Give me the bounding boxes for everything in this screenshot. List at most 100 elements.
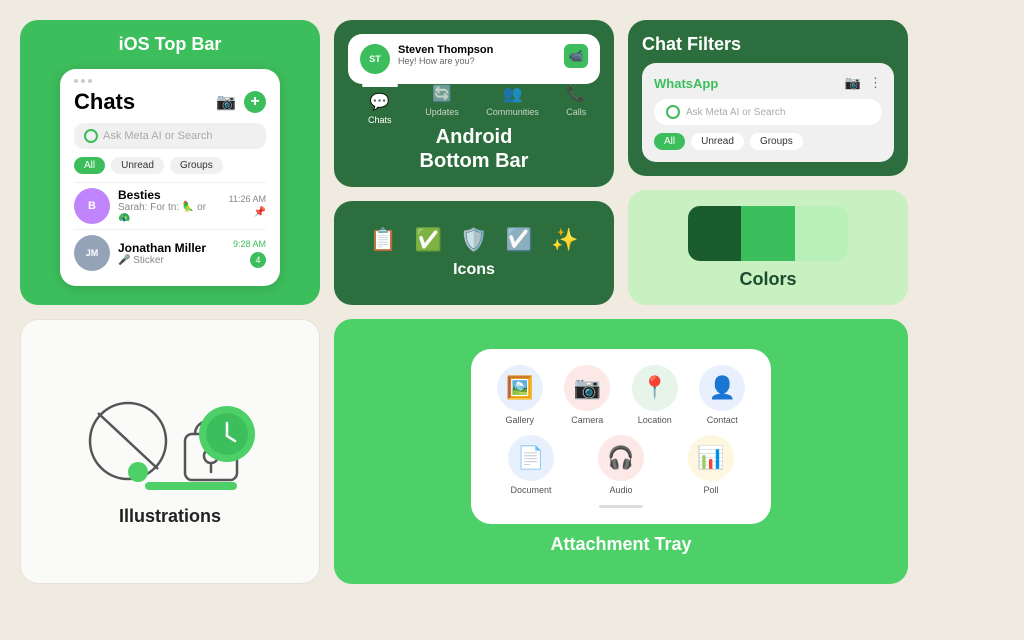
- att-document[interactable]: 📄 Document: [508, 435, 554, 495]
- document-icon: 📄: [508, 435, 554, 481]
- ios-phone-mockup: Chats 📷 + Ask Meta AI or Search All Unre…: [60, 69, 280, 286]
- icons-card: 📋 ✅ 🛡️ ☑️ ✨ Icons: [334, 201, 614, 305]
- whatsapp-brand: WhatsApp: [654, 76, 718, 91]
- camera-icon: 📷: [216, 92, 236, 112]
- android-notification: ST Steven Thompson Hey! How are you? 📹: [348, 34, 600, 84]
- tab-communities[interactable]: 👥 Communities: [486, 84, 539, 125]
- calls-tab-icon: 📞: [566, 84, 586, 104]
- attachment-tray-card: 🖼️ Gallery 📷 Camera 📍 Location 👤 Contact: [334, 319, 908, 584]
- meta-icon: [666, 105, 680, 119]
- avatar-jonathan: JM: [74, 235, 110, 271]
- icon-shield: 🛡️: [460, 227, 487, 253]
- chip-groups[interactable]: Groups: [750, 133, 803, 150]
- chat-info-besties: Besties Sarah: For tn: 🦜 or 🦚: [118, 188, 221, 224]
- att-contact[interactable]: 👤 Contact: [694, 365, 752, 425]
- icons-row: 📋 ✅ 🛡️ ☑️ ✨: [369, 227, 578, 253]
- communities-tab-icon: 👥: [503, 84, 523, 104]
- att-location[interactable]: 📍 Location: [626, 365, 684, 425]
- att-gallery[interactable]: 🖼️ Gallery: [491, 365, 549, 425]
- dot1: [74, 79, 78, 83]
- video-call-icon: 📹: [564, 44, 588, 68]
- att-audio[interactable]: 🎧 Audio: [598, 435, 644, 495]
- chats-heading: Chats: [74, 89, 135, 115]
- colors-card: Colors: [628, 190, 908, 305]
- more-icon: ⋮: [869, 75, 882, 91]
- chat-meta-jonathan: 9:28 AM 4: [233, 239, 266, 268]
- contact-icon: 👤: [699, 365, 745, 411]
- filter-chips-row: All Unread Groups: [74, 157, 266, 174]
- search-text: Ask Meta AI or Search: [686, 107, 786, 118]
- camera-label: Camera: [571, 415, 603, 425]
- ios-top-bar-card: iOS Top Bar Chats 📷 + Ask Meta AI or Sea…: [20, 20, 320, 305]
- chat-name-besties: Besties: [118, 188, 221, 202]
- illustration-graphic: [70, 376, 270, 496]
- chat-time-jonathan: 9:28 AM: [233, 239, 266, 249]
- android-tabs: 💬 Chats 🔄 Updates 👥 Communities 📞 Calls: [348, 84, 600, 125]
- tray-handle: [599, 505, 643, 508]
- android-card: ST Steven Thompson Hey! How are you? 📹 💬…: [334, 20, 614, 187]
- illustrations-label: Illustrations: [119, 506, 221, 527]
- filter-chips: All Unread Groups: [654, 133, 882, 150]
- chat-meta-besties: 11:26 AM 📌: [229, 194, 266, 218]
- swatch-dark: [688, 206, 741, 261]
- att-camera[interactable]: 📷 Camera: [559, 365, 617, 425]
- android-notif-name: Steven Thompson: [398, 44, 556, 56]
- search-bar[interactable]: Ask Meta AI or Search: [74, 123, 266, 149]
- chat-item-besties[interactable]: B Besties Sarah: For tn: 🦜 or 🦚 11:26 AM…: [74, 182, 266, 229]
- chat-preview-jonathan: 🎤 Sticker: [118, 255, 225, 266]
- illustrations-card: Illustrations: [20, 319, 320, 584]
- attachment-row2: 📄 Document 🎧 Audio 📊 Poll: [491, 435, 751, 495]
- tab-indicator: [362, 84, 398, 87]
- location-label: Location: [638, 415, 672, 425]
- gallery-icon: 🖼️: [497, 365, 543, 411]
- filter-unread[interactable]: Unread: [111, 157, 164, 174]
- icon-sparkle: ✨: [551, 227, 578, 253]
- chat-filters-title: Chat Filters: [642, 34, 894, 55]
- chat-info-jonathan: Jonathan Miller 🎤 Sticker: [118, 241, 225, 266]
- tab-chats[interactable]: 💬 Chats: [362, 84, 398, 125]
- chat-item-jonathan[interactable]: JM Jonathan Miller 🎤 Sticker 9:28 AM 4: [74, 229, 266, 276]
- chat-preview-besties: Sarah: For tn: 🦜 or 🦚: [118, 202, 221, 224]
- dot3: [88, 79, 92, 83]
- att-poll[interactable]: 📊 Poll: [688, 435, 734, 495]
- chat-name-jonathan: Jonathan Miller: [118, 241, 225, 255]
- camera-icon: 📷: [845, 75, 861, 91]
- gallery-label: Gallery: [505, 415, 534, 425]
- header-icons: 📷 ⋮: [845, 75, 882, 91]
- android-avatar: ST: [360, 44, 390, 74]
- filter-all[interactable]: All: [74, 157, 105, 174]
- poll-label: Poll: [703, 485, 718, 495]
- communities-tab-label: Communities: [486, 107, 539, 117]
- meta-ai-icon: [84, 129, 98, 143]
- icons-label: Icons: [453, 261, 495, 279]
- colors-label: Colors: [739, 269, 796, 290]
- avatar-besties: B: [74, 188, 110, 224]
- audio-label: Audio: [609, 485, 632, 495]
- pin-icon: 📌: [254, 207, 266, 218]
- android-card-label: AndroidBottom Bar: [420, 125, 529, 173]
- tab-updates[interactable]: 🔄 Updates: [425, 84, 459, 125]
- main-layout: iOS Top Bar Chats 📷 + Ask Meta AI or Sea…: [0, 0, 1024, 640]
- chip-unread[interactable]: Unread: [691, 133, 744, 150]
- icon-list: 📋: [369, 227, 396, 253]
- location-icon: 📍: [632, 365, 678, 411]
- add-button[interactable]: +: [244, 91, 266, 113]
- filters-header: WhatsApp 📷 ⋮: [654, 75, 882, 91]
- filters-search[interactable]: Ask Meta AI or Search: [654, 99, 882, 125]
- camera-icon: 📷: [564, 365, 610, 411]
- calls-tab-label: Calls: [566, 107, 586, 117]
- ios-card-title: iOS Top Bar: [119, 34, 222, 55]
- updates-tab-icon: 🔄: [432, 84, 452, 104]
- attachment-tray-label: Attachment Tray: [550, 534, 691, 555]
- chats-tab-label: Chats: [368, 115, 392, 125]
- filter-groups[interactable]: Groups: [170, 157, 223, 174]
- chip-all[interactable]: All: [654, 133, 685, 150]
- updates-tab-label: Updates: [425, 107, 459, 117]
- mid-top-area: ST Steven Thompson Hey! How are you? 📹 💬…: [334, 20, 614, 305]
- android-notif-content: Steven Thompson Hey! How are you?: [398, 44, 556, 66]
- icon-verified: ☑️: [506, 227, 533, 253]
- tab-calls[interactable]: 📞 Calls: [566, 84, 586, 125]
- swatch-mid: [741, 206, 794, 261]
- icon-checklist: ✅: [415, 227, 442, 253]
- contact-label: Contact: [707, 415, 738, 425]
